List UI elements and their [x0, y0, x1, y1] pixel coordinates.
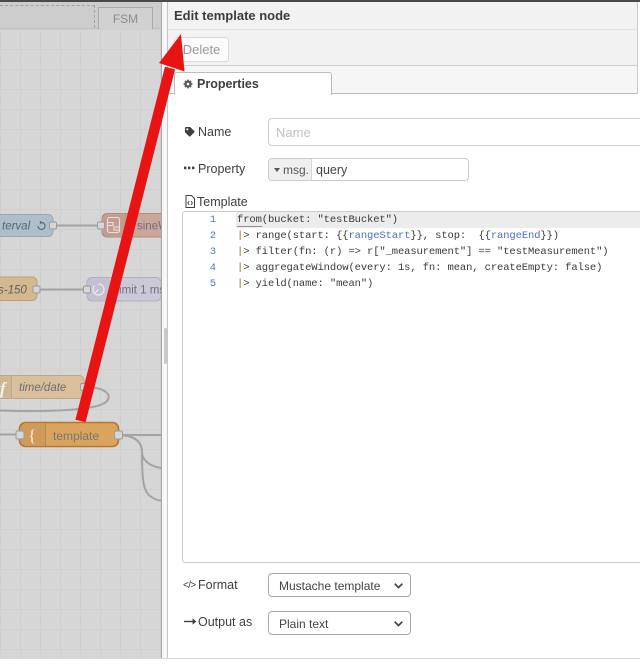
svg-text:{: {	[28, 426, 36, 445]
svg-text:s-150: s-150	[0, 285, 27, 297]
svg-text:template: template	[53, 429, 99, 443]
svg-text:time/date: time/date	[19, 382, 66, 394]
svg-text:limit 1 ms: limit 1 ms	[117, 285, 162, 297]
svg-text:terval: terval	[2, 221, 31, 233]
svg-text:sineW: sineW	[137, 221, 161, 233]
